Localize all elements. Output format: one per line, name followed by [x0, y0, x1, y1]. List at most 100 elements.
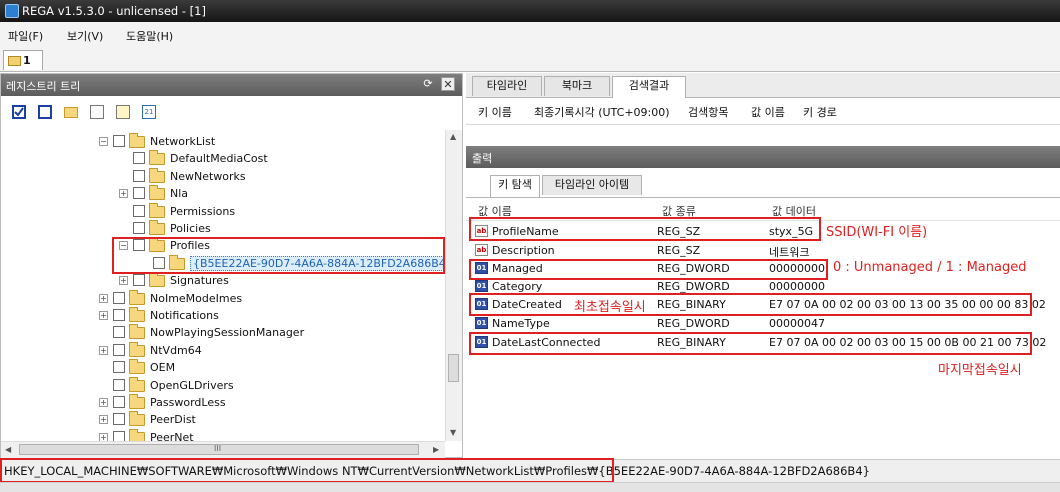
document-tab-label: 1: [23, 54, 31, 67]
copy-icon[interactable]: [90, 105, 104, 119]
folder-icon: [129, 133, 145, 148]
tree-node-label: Nla: [170, 187, 189, 201]
profile-name-highlight-box: [469, 217, 821, 241]
menu-help[interactable]: 도움말(H): [126, 28, 173, 44]
vertical-scroll-thumb[interactable]: [448, 354, 459, 382]
folder-icon: [129, 376, 145, 392]
col-search-item[interactable]: 검색항목: [688, 104, 728, 120]
tree-node-checkbox[interactable]: [113, 135, 125, 147]
registry-tree: − NetworkList DefaultMediaCost NewNetworks +…: [1, 130, 445, 441]
registry-tree-title: 레지스트리 트리: [6, 80, 81, 93]
profiles-highlight-box: [112, 237, 445, 274]
tree-node-checkbox[interactable]: [133, 187, 145, 200]
expand-icon[interactable]: +: [99, 293, 108, 303]
calendar-icon[interactable]: 21: [142, 105, 156, 119]
tab-timeline[interactable]: 타임라인: [472, 76, 542, 96]
value-name: NameType: [492, 317, 550, 330]
case-icon: [8, 56, 21, 66]
tree-node-label: NowPlayingSessionManager: [150, 326, 305, 340]
tree-node-label: Permissions: [170, 204, 236, 218]
tree-node-checkbox[interactable]: [113, 361, 125, 374]
folder-icon: [149, 167, 165, 183]
value-row[interactable]: 01 NameType REG_DWORD 00000047: [466, 315, 1060, 333]
tree-node-label: NtVdm64: [150, 343, 202, 357]
tree-node-checkbox[interactable]: [113, 343, 125, 356]
tab-key-explore[interactable]: 키 탐색: [490, 175, 540, 197]
tree-node-label: Notifications: [150, 309, 219, 322]
string-value-icon: ab: [475, 244, 488, 256]
uncheck-all-icon[interactable]: [38, 105, 52, 119]
col-key-name[interactable]: 키 이름: [478, 104, 512, 120]
tree-node-checkbox[interactable]: [113, 396, 125, 408]
pin-icon[interactable]: ⟳: [421, 77, 435, 91]
tree-node-checkbox[interactable]: [133, 222, 145, 234]
tree-node-checkbox[interactable]: [113, 430, 125, 441]
registry-tree-header: 레지스트리 트리 ⟳ ✕: [1, 74, 462, 96]
tree-node-label: Signatures: [170, 274, 229, 288]
folder-icon: [129, 394, 145, 409]
tree-node-checkbox[interactable]: [113, 326, 125, 339]
scroll-left-icon[interactable]: ◀: [5, 445, 11, 454]
close-icon[interactable]: ✕: [441, 77, 455, 91]
col-last-written[interactable]: 최종기록시각 (UTC+09:00): [534, 104, 670, 120]
col-key-path[interactable]: 키 경로: [803, 104, 837, 120]
col-value-name[interactable]: 값 이름: [751, 104, 785, 120]
scroll-down-icon[interactable]: ▼: [450, 428, 456, 437]
document-tab[interactable]: 1: [3, 50, 43, 70]
tab-bookmark[interactable]: 북마크: [544, 76, 610, 96]
scroll-right-icon[interactable]: ▶: [433, 445, 439, 454]
search-results-column-header: 키 이름 최종기록시각 (UTC+09:00) 검색항목 값 이름 키 경로: [466, 98, 1060, 125]
scroll-up-icon[interactable]: ▲: [450, 132, 456, 141]
menu-bar: 파일(F) 보기(V) 도움말(H): [0, 22, 1060, 48]
open-folder-icon[interactable]: [64, 107, 78, 118]
app-icon: [5, 4, 19, 18]
path-highlight-box: [0, 458, 614, 483]
menu-file[interactable]: 파일(F): [8, 28, 43, 44]
tree-node-checkbox[interactable]: [133, 274, 145, 287]
output-title: 출력: [472, 152, 493, 165]
value-row[interactable]: ab Description REG_SZ 네트워크: [466, 242, 1060, 260]
tab-search-results[interactable]: 검색결과: [612, 76, 686, 98]
folder-icon: [149, 272, 165, 288]
expand-icon[interactable]: +: [99, 432, 108, 441]
tree-node-label: OpenGLDrivers: [150, 378, 234, 392]
binary-value-icon: 01: [475, 280, 488, 292]
tree-node-label: DefaultMediaCost: [170, 152, 268, 166]
tree-toolbar: 21: [1, 98, 462, 128]
tree-node-checkbox[interactable]: [113, 378, 125, 391]
tab-timeline-item[interactable]: 타임라인 아이템: [542, 175, 642, 195]
tree-node-checkbox[interactable]: [113, 309, 125, 321]
tree-vertical-scrollbar[interactable]: ▲ ▼: [445, 130, 462, 441]
expand-icon[interactable]: +: [99, 345, 108, 355]
tree-node-checkbox[interactable]: [113, 291, 125, 304]
tree-node-label: NewNetworks: [170, 169, 246, 183]
tree-node-label: OEM: [150, 361, 176, 375]
menu-view[interactable]: 보기(V): [67, 28, 103, 44]
expand-icon[interactable]: +: [119, 276, 128, 286]
folder-icon: [149, 185, 165, 201]
tree-horizontal-scrollbar[interactable]: ◀ III ▶: [1, 441, 445, 458]
expand-icon[interactable]: +: [99, 415, 108, 425]
date-last-connected-highlight-box: [469, 332, 1032, 355]
folder-icon: [129, 428, 145, 441]
check-all-icon[interactable]: [12, 105, 26, 119]
expand-icon[interactable]: +: [99, 311, 108, 320]
folder-icon: [129, 289, 145, 305]
expand-icon[interactable]: +: [119, 189, 128, 199]
tree-node-checkbox[interactable]: [113, 413, 125, 426]
value-name: Category: [492, 280, 543, 293]
expand-icon[interactable]: +: [99, 398, 108, 407]
folder-icon: [129, 307, 145, 322]
notepad-icon[interactable]: [116, 105, 130, 119]
tree-node-checkbox[interactable]: [133, 169, 145, 182]
folder-icon: [129, 359, 145, 375]
results-tab-strip: 타임라인 북마크 검색결과: [466, 73, 1060, 98]
tree-node-label: NetworkList: [150, 135, 216, 148]
value-type: REG_DWORD: [657, 280, 730, 293]
horizontal-scroll-thumb[interactable]: III: [19, 444, 419, 455]
collapse-icon[interactable]: −: [99, 137, 108, 146]
tree-node-label: PeerNet: [150, 430, 194, 441]
folder-icon: [129, 341, 145, 357]
tree-node-checkbox[interactable]: [133, 204, 145, 217]
tree-node-checkbox[interactable]: [133, 152, 145, 165]
